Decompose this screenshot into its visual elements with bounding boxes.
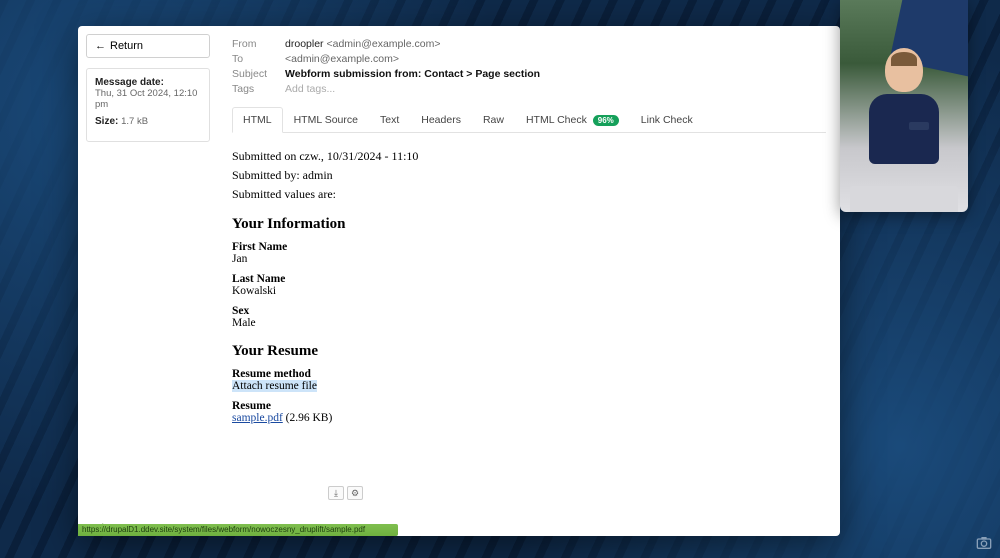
subject-key: Subject [232,66,285,81]
browser-status-bar: https://drupalD1.ddev.site/system/files/… [78,524,398,536]
mail-window: ← Return Message date: Thu, 31 Oct 2024,… [78,26,840,536]
last-name-label: Last Name [232,273,826,285]
resume-method-value: Attach resume file [232,380,317,392]
resume-label: Resume [232,400,826,412]
resume-file-size: (2.96 KB) [283,412,333,424]
tab-link-check[interactable]: Link Check [630,107,704,133]
resume-method-label: Resume method [232,368,826,380]
footer-small-buttons: ⤓ ⚙ [328,486,363,500]
sex-label: Sex [232,305,826,317]
submitted-values: Submitted values are: [232,187,826,202]
tab-html-source[interactable]: HTML Source [283,107,369,133]
meta-size-value: 1.7 kB [121,116,148,127]
from-key: From [232,36,285,51]
sex-value: Male [232,317,826,329]
resume-file-link[interactable]: sample.pdf [232,412,283,424]
meta-date-label: Message date: [95,77,201,88]
last-name-value: Kowalski [232,285,826,297]
subject-value: Webform submission from: Contact > Page … [285,66,540,81]
message-headers: From droopler <admin@example.com> To <ad… [232,36,540,96]
message-meta-box: Message date: Thu, 31 Oct 2024, 12:10 pm… [86,68,210,142]
return-button[interactable]: ← Return [86,34,210,58]
heading-your-resume: Your Resume [232,343,826,360]
tab-html-check[interactable]: HTML Check 96% [515,107,630,133]
return-label: Return [110,40,143,52]
to-key: To [232,51,285,66]
meta-date-value: Thu, 31 Oct 2024, 12:10 pm [95,88,201,110]
first-name-value: Jan [232,253,826,265]
to-address: <admin@example.com> [285,53,399,65]
presenter-figure [869,48,939,168]
add-tags-button[interactable]: Add tags... [285,81,540,96]
tab-headers[interactable]: Headers [410,107,472,133]
footer-button-2[interactable]: ⚙ [347,486,363,500]
message-body: Submitted on czw., 10/31/2024 - 11:10 Su… [232,133,826,436]
first-name-label: First Name [232,241,826,253]
meta-size-label: Size: [95,116,118,127]
from-address: <admin@example.com> [326,38,440,50]
html-check-badge: 96% [593,115,619,126]
sidebar: ← Return Message date: Thu, 31 Oct 2024,… [78,26,218,536]
main-panel: From droopler <admin@example.com> To <ad… [218,26,840,536]
tab-text[interactable]: Text [369,107,410,133]
tab-html[interactable]: HTML [232,107,283,133]
tab-raw[interactable]: Raw [472,107,515,133]
from-name: droopler [285,38,324,50]
tags-key: Tags [232,81,285,96]
arrow-left-icon: ← [95,40,106,52]
footer-button-1[interactable]: ⤓ [328,486,344,500]
webcam-overlay [840,0,968,212]
heading-your-information: Your Information [232,216,826,233]
tab-html-check-label: HTML Check [526,114,587,126]
submitted-by: Submitted by: admin [232,168,826,183]
camera-tray-icon[interactable] [976,536,992,550]
view-tabs: HTML HTML Source Text Headers Raw HTML C… [232,106,826,133]
submitted-on: Submitted on czw., 10/31/2024 - 11:10 [232,149,826,164]
